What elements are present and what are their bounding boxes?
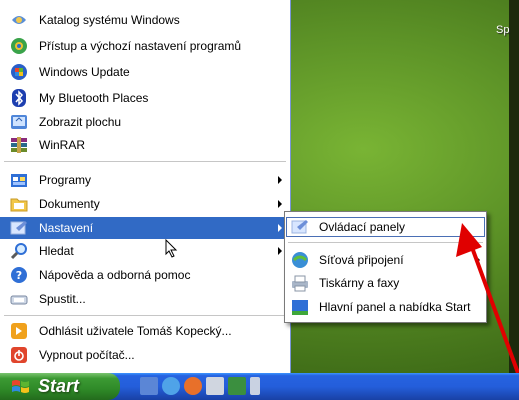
- submenu-item-label: Tiskárny a faxy: [319, 276, 400, 290]
- settings-icon: [9, 219, 29, 237]
- desktop-icon-label[interactable]: Sp: [496, 24, 509, 36]
- desktop-edge: [509, 0, 519, 373]
- submenu-item-control-panel[interactable]: Ovládací panely: [285, 216, 486, 238]
- taskbar: Start: [0, 373, 519, 400]
- menu-item-label: My Bluetooth Places: [39, 91, 149, 105]
- menu-item-label: Zobrazit plochu: [39, 115, 122, 129]
- shutdown-icon: [9, 346, 29, 364]
- menu-item-label: Hledat: [39, 244, 74, 258]
- submenu-item-label: Ovládací panely: [319, 220, 406, 234]
- start-button[interactable]: Start: [0, 373, 120, 400]
- submenu-item-printers[interactable]: Tiskárny a faxy: [285, 272, 486, 294]
- menu-item-windows-update[interactable]: Windows Update: [0, 61, 290, 83]
- submenu-arrow-icon: [278, 224, 282, 232]
- winrar-icon: [9, 136, 29, 154]
- menu-item-bluetooth[interactable]: My Bluetooth Places: [0, 87, 290, 109]
- menu-item-help[interactable]: ? Nápověda a odborná pomoc: [0, 264, 290, 286]
- menu-item-search[interactable]: Hledat: [0, 240, 290, 262]
- submenu-item-network-connections[interactable]: Síťová připojení: [285, 249, 486, 271]
- quick-launch-ie-icon[interactable]: [140, 377, 158, 395]
- menu-item-program-access[interactable]: Přístup a výchozí nastavení programů: [0, 35, 290, 57]
- taskbar-start-icon: [290, 298, 310, 316]
- menu-item-label: Nápověda a odborná pomoc: [39, 268, 191, 282]
- bluetooth-icon: [9, 89, 29, 107]
- menu-item-label: Nastavení: [39, 221, 94, 235]
- show-desktop-icon: [9, 113, 29, 131]
- submenu-item-taskbar-start[interactable]: Hlavní panel a nabídka Start: [285, 296, 486, 318]
- menu-item-label: Katalog systému Windows: [39, 13, 180, 27]
- quick-launch-file-icon[interactable]: [250, 377, 260, 395]
- printers-icon: [290, 274, 310, 292]
- submenu-arrow-icon: [278, 200, 282, 208]
- menu-separator: [4, 161, 286, 162]
- start-label: Start: [38, 376, 80, 396]
- menu-item-settings[interactable]: Nastavení: [0, 217, 290, 239]
- menu-item-logoff[interactable]: Odhlásit uživatele Tomáš Kopecký...: [0, 320, 290, 342]
- submenu-item-label: Hlavní panel a nabídka Start: [319, 300, 471, 314]
- submenu-separator: [288, 242, 483, 243]
- menu-item-label: Vypnout počítač...: [39, 348, 135, 362]
- menu-item-winrar[interactable]: WinRAR: [0, 134, 290, 156]
- mouse-cursor-icon: [165, 239, 178, 258]
- menu-item-catalog[interactable]: Katalog systému Windows: [0, 9, 290, 31]
- menu-item-documents[interactable]: Dokumenty: [0, 193, 290, 215]
- search-icon: [9, 242, 29, 260]
- windows-update-icon: [9, 63, 29, 81]
- menu-item-label: Windows Update: [39, 65, 130, 79]
- svg-text:?: ?: [16, 269, 22, 282]
- menu-item-label: Dokumenty: [39, 197, 100, 211]
- menu-item-run[interactable]: Spustit...: [0, 288, 290, 310]
- logoff-icon: [9, 322, 29, 340]
- windows-logo-icon: [12, 379, 29, 393]
- start-menu: Katalog systému Windows Přístup a výchoz…: [0, 0, 291, 373]
- submenu-item-label: Síťová připojení: [319, 253, 404, 267]
- submenu-arrow-icon: [476, 256, 480, 264]
- menu-item-shutdown[interactable]: Vypnout počítač...: [0, 344, 290, 366]
- quick-launch: [140, 377, 260, 395]
- menu-separator: [4, 315, 286, 316]
- submenu-arrow-icon: [278, 247, 282, 255]
- quick-launch-desktop-icon[interactable]: [228, 377, 246, 395]
- run-icon: [9, 290, 29, 308]
- menu-item-label: WinRAR: [39, 138, 86, 152]
- menu-item-label: Odhlásit uživatele Tomáš Kopecký...: [39, 324, 232, 338]
- menu-item-label: Spustit...: [39, 292, 86, 306]
- quick-launch-firefox-icon[interactable]: [184, 377, 202, 395]
- control-panel-icon: [290, 218, 310, 236]
- documents-icon: [9, 195, 29, 213]
- settings-submenu: Ovládací panely Síťová připojení Tiskárn…: [284, 211, 487, 323]
- menu-item-label: Přístup a výchozí nastavení programů: [39, 39, 242, 53]
- menu-item-programs[interactable]: Programy: [0, 169, 290, 191]
- program-access-icon: [9, 37, 29, 55]
- help-icon: ?: [9, 266, 29, 284]
- catalog-icon: [9, 11, 29, 29]
- submenu-arrow-icon: [278, 176, 282, 184]
- programs-icon: [9, 171, 29, 189]
- network-connections-icon: [290, 251, 310, 269]
- quick-launch-browser-icon[interactable]: [162, 377, 180, 395]
- menu-item-show-desktop[interactable]: Zobrazit plochu: [0, 111, 290, 133]
- menu-item-label: Programy: [39, 173, 92, 187]
- quick-launch-app-icon[interactable]: [206, 377, 224, 395]
